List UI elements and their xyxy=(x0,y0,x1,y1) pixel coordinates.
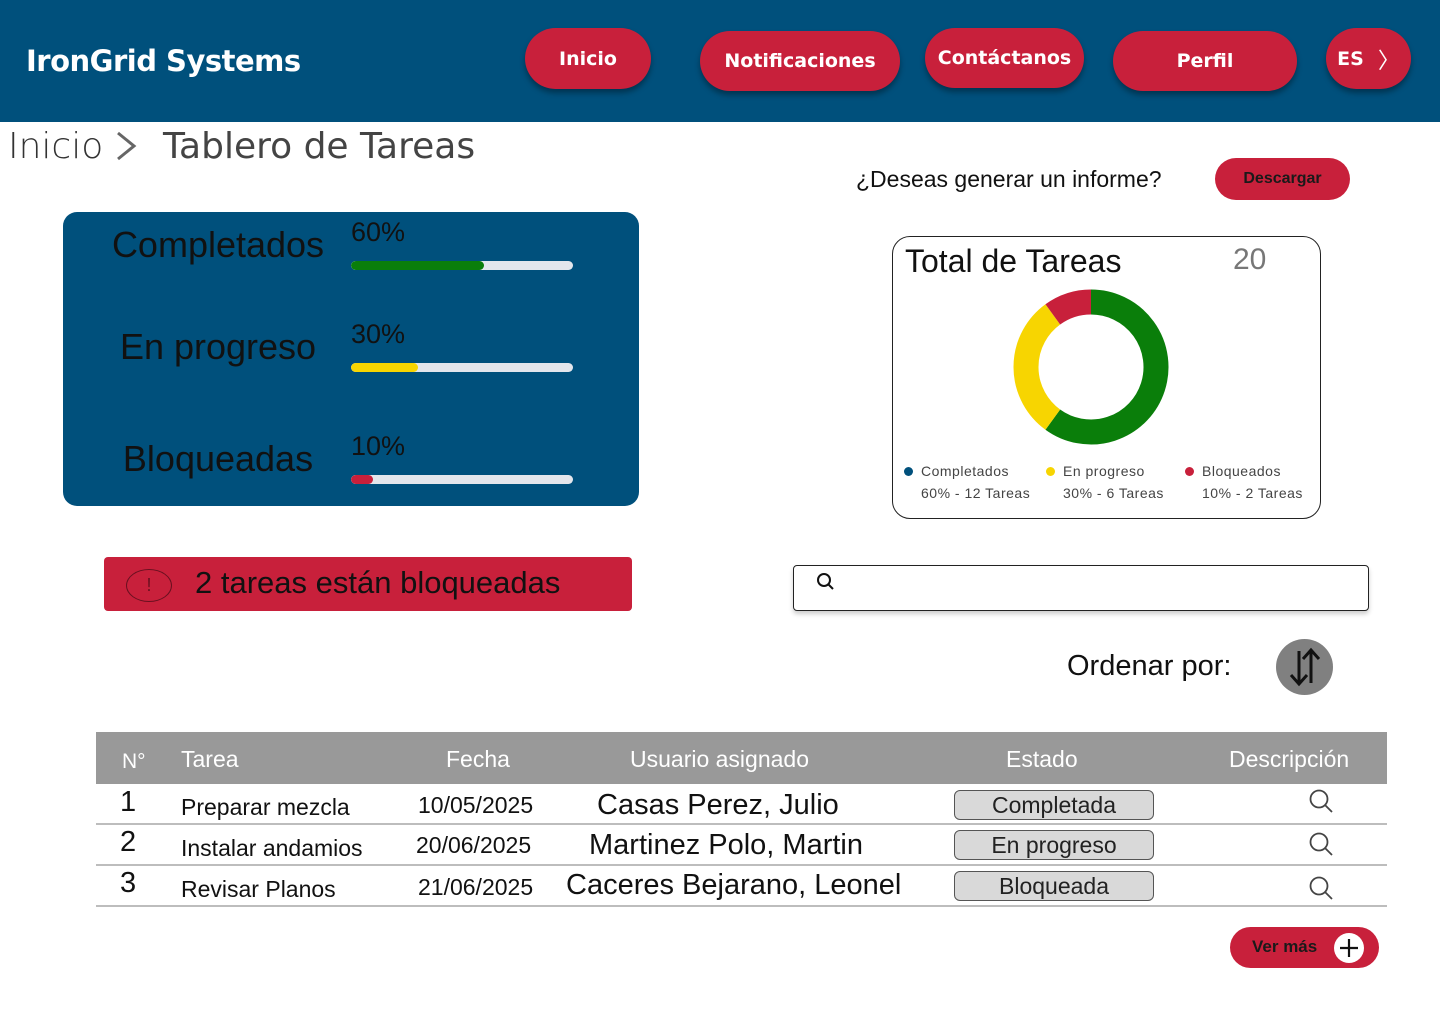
sort-button[interactable] xyxy=(1276,639,1333,695)
table-row[interactable]: 2 Instalar andamios 20/06/2025 Martinez … xyxy=(96,825,1387,866)
sort-arrows-icon xyxy=(1289,647,1320,687)
row-user: Casas Perez, Julio xyxy=(597,789,839,821)
row-user: Martinez Polo, Martin xyxy=(589,829,863,861)
progress-percent: 30% xyxy=(351,319,406,349)
header-description: Descripción xyxy=(1229,746,1350,772)
progress-fill xyxy=(351,363,418,372)
legend-detail: 10% - 2 Tareas xyxy=(1202,485,1303,501)
legend-dot xyxy=(1185,467,1194,476)
nav-inicio-button[interactable]: Inicio xyxy=(525,28,651,89)
warning-icon: ! xyxy=(126,569,172,602)
status-badge: Bloqueada xyxy=(954,871,1154,901)
header-task: Tarea xyxy=(181,746,239,772)
donut-slice-completados xyxy=(1045,289,1169,445)
status-badge: Completada xyxy=(954,790,1154,820)
donut-slice-en-progreso xyxy=(1013,304,1061,430)
legend-name: En progreso xyxy=(1063,463,1145,479)
see-more-button[interactable]: Ver más xyxy=(1230,927,1379,968)
nav-notificaciones-button[interactable]: Notificaciones xyxy=(700,31,900,91)
progress-label: Completados xyxy=(111,224,325,265)
row-number: 1 xyxy=(120,786,137,818)
summary-title: Total de Tareas xyxy=(905,243,1122,279)
legend-dot xyxy=(904,467,913,476)
legend-detail: 30% - 6 Tareas xyxy=(1063,485,1164,501)
row-date: 10/05/2025 xyxy=(418,792,534,818)
magnifier-icon[interactable] xyxy=(1308,831,1334,857)
row-number: 3 xyxy=(120,867,137,899)
download-button[interactable]: Descargar xyxy=(1215,158,1350,200)
legend-name: Completados xyxy=(921,463,1009,479)
nav-contactanos-button[interactable]: Contáctanos xyxy=(925,28,1084,88)
alert-text: 2 tareas están bloqueadas xyxy=(195,565,561,600)
progress-fill xyxy=(351,261,485,270)
progress-panel: Completados 60% En progreso 30% Bloquead… xyxy=(63,212,639,506)
table-row[interactable]: 1 Preparar mezcla 10/05/2025 Casas Perez… xyxy=(96,784,1387,825)
sort-label: Ordenar por: xyxy=(1067,650,1232,682)
plus-icon xyxy=(1334,933,1364,963)
magnifier-icon[interactable] xyxy=(1308,788,1334,814)
progress-bar xyxy=(351,363,573,372)
row-task: Revisar Planos xyxy=(181,876,336,902)
report-question: ¿Deseas generar un informe? xyxy=(856,166,1162,192)
row-user: Caceres Bejarano, Leonel xyxy=(566,869,902,901)
legend-name: Bloqueados xyxy=(1202,463,1281,479)
chevron-right-icon: 〉 xyxy=(1377,48,1400,74)
row-task: Preparar mezcla xyxy=(181,794,350,820)
row-date: 20/06/2025 xyxy=(416,832,532,858)
language-selector[interactable]: ES 〉 xyxy=(1326,28,1411,89)
progress-percent: 10% xyxy=(351,431,406,461)
language-code: ES xyxy=(1337,47,1364,70)
legend-detail: 60% - 12 Tareas xyxy=(921,485,1031,501)
breadcrumb-home-link[interactable]: Inicio xyxy=(8,126,103,167)
top-header: IronGrid Systems Inicio Notificaciones C… xyxy=(0,0,1440,122)
table-row[interactable]: 3 Revisar Planos 21/06/2025 Caceres Beja… xyxy=(96,866,1387,907)
header-user: Usuario asignado xyxy=(630,746,810,772)
header-date: Fecha xyxy=(446,746,510,772)
header-num: N° xyxy=(122,750,146,773)
row-date: 21/06/2025 xyxy=(418,874,534,900)
progress-label: Bloqueadas xyxy=(122,438,314,479)
donut-slice-bloqueados xyxy=(1045,289,1092,325)
see-more-label: Ver más xyxy=(1252,937,1318,956)
progress-fill xyxy=(351,475,374,484)
header-status: Estado xyxy=(1006,746,1078,772)
progress-label: En progreso xyxy=(119,326,317,367)
legend-dot xyxy=(1046,467,1055,476)
row-task: Instalar andamios xyxy=(181,835,363,861)
row-number: 2 xyxy=(120,826,137,858)
nav-perfil-button[interactable]: Perfil xyxy=(1113,31,1297,91)
search-icon xyxy=(817,573,834,590)
search-input[interactable] xyxy=(850,570,1350,606)
search-box[interactable] xyxy=(793,565,1369,611)
table-header: N° Tarea Fecha Usuario asignado Estado D… xyxy=(96,732,1387,784)
progress-bar xyxy=(351,475,573,484)
magnifier-icon[interactable] xyxy=(1308,875,1334,901)
page-title: Tablero de Tareas xyxy=(163,126,476,167)
status-badge: En progreso xyxy=(954,830,1154,860)
progress-bar xyxy=(351,261,573,270)
progress-percent: 60% xyxy=(351,217,406,247)
blocked-tasks-alert[interactable]: ! 2 tareas están bloqueadas xyxy=(104,557,632,611)
donut-chart xyxy=(1013,289,1169,445)
chevron-right-icon xyxy=(117,131,137,161)
task-summary-card: Total de Tareas 20 Completados 60% - 12 … xyxy=(892,236,1321,519)
brand-logo: IronGrid Systems xyxy=(26,44,301,78)
summary-total: 20 xyxy=(1233,243,1267,276)
